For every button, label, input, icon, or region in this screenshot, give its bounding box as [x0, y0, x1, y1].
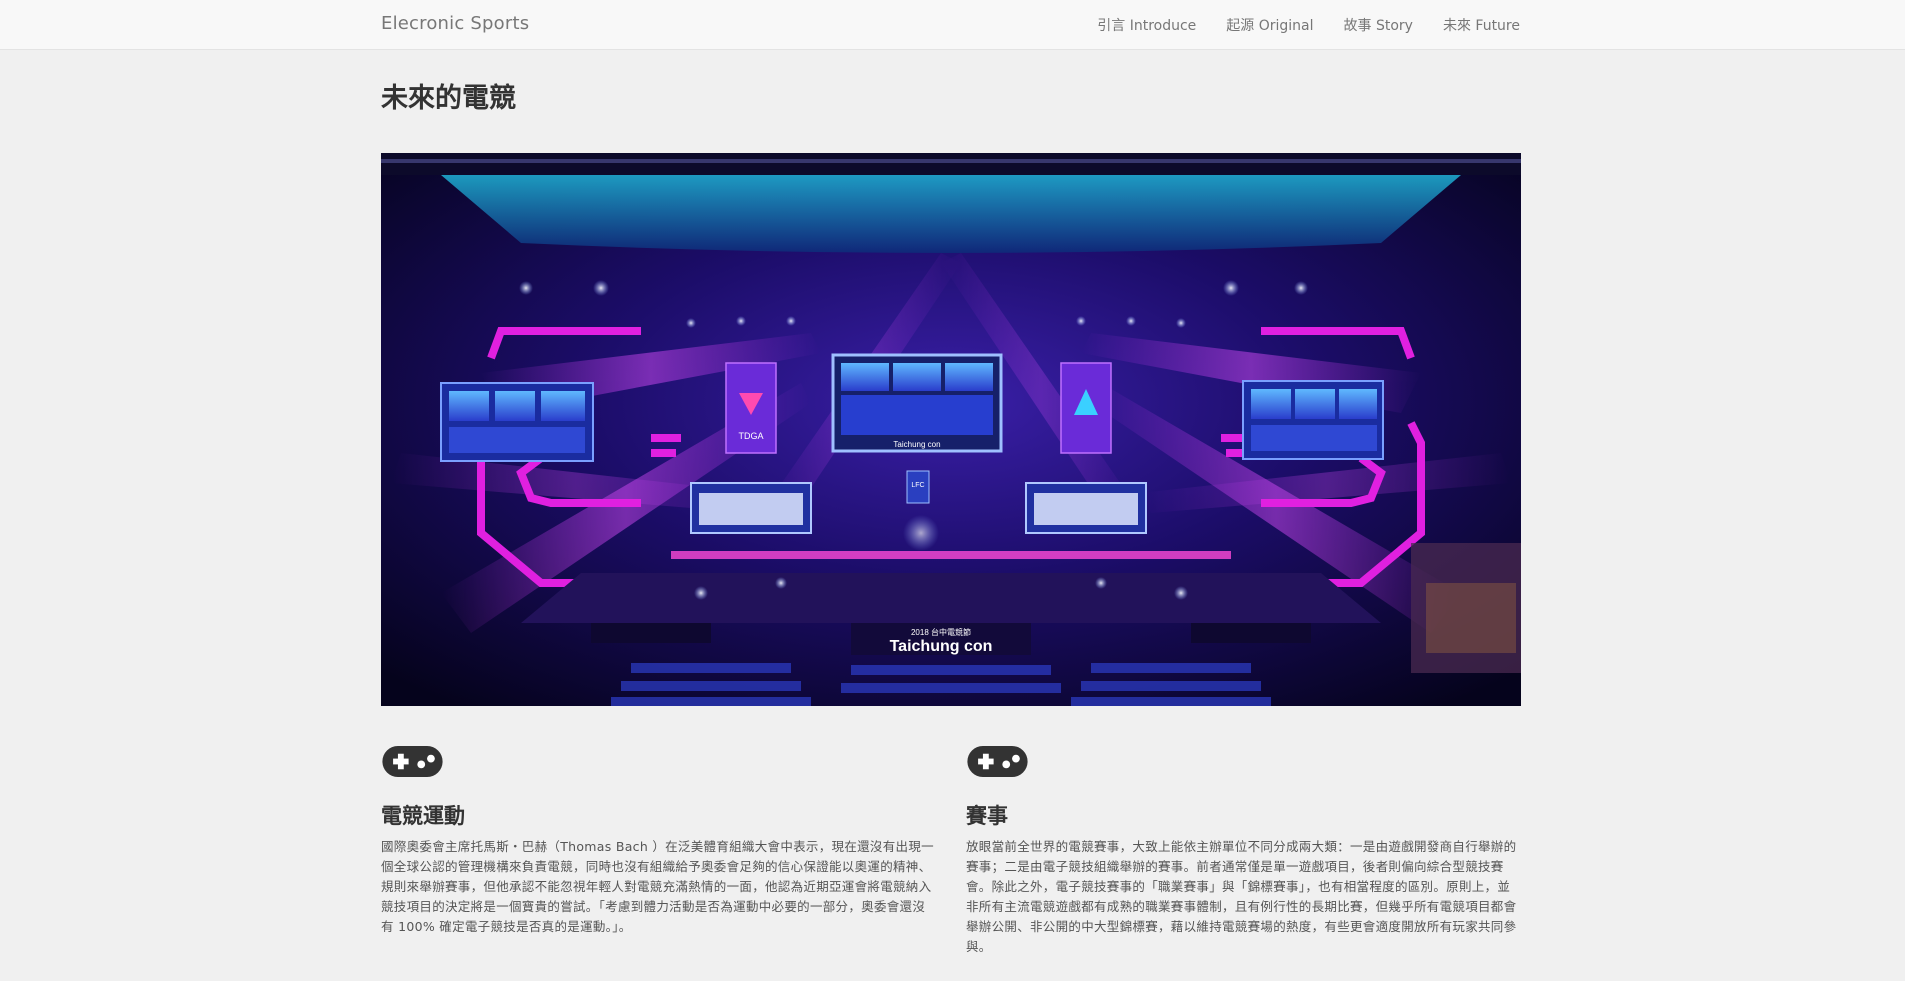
stage-banner-large: Taichung con [890, 638, 993, 655]
gamepad-icon [967, 745, 1028, 778]
page-title: 未來的電競 [381, 83, 516, 114]
nav-link-story[interactable]: 故事 Story [1344, 15, 1413, 35]
feature-body: 國際奧委會主席托馬斯・巴赫（Thomas Bach ）在泛美體育組織大會中表示，… [381, 839, 934, 934]
left-flag-label: TDGA [738, 431, 763, 441]
top-navbar: Elecronic Sports 引言 Introduce 起源 Origina… [0, 0, 1905, 50]
center-badge: LFC [911, 482, 924, 489]
feature-tournaments: 賽事 放眼當前全世界的電競賽事，大致上能依主辦單位不同分成兩大類：一是由遊戲開發… [966, 745, 1521, 957]
nav-link-future[interactable]: 未來 Future [1443, 15, 1520, 35]
nav-link-original[interactable]: 起源 Original [1226, 15, 1313, 35]
nav-links: 引言 Introduce 起源 Original 故事 Story 未來 Fut… [1097, 15, 1520, 35]
nav-link-introduce[interactable]: 引言 Introduce [1097, 15, 1196, 35]
feature-body: 放眼當前全世界的電競賽事，大致上能依主辦單位不同分成兩大類：一是由遊戲開發商自行… [966, 839, 1517, 954]
screen-caption: Taichung con [893, 440, 940, 449]
gamepad-icon [382, 745, 443, 778]
feature-esports: 電競運動 國際奧委會主席托馬斯・巴赫（Thomas Bach ）在泛美體育組織大… [381, 745, 936, 937]
feature-heading: 電競運動 [381, 804, 465, 828]
stage-banner-small: 2018 台中電競節 [911, 627, 971, 637]
hero-image: TDGA Taichung con LFC 2018 台中電競節 Taichun… [381, 153, 1521, 706]
feature-heading: 賽事 [966, 804, 1008, 828]
brand-link[interactable]: Elecronic Sports [381, 13, 529, 34]
